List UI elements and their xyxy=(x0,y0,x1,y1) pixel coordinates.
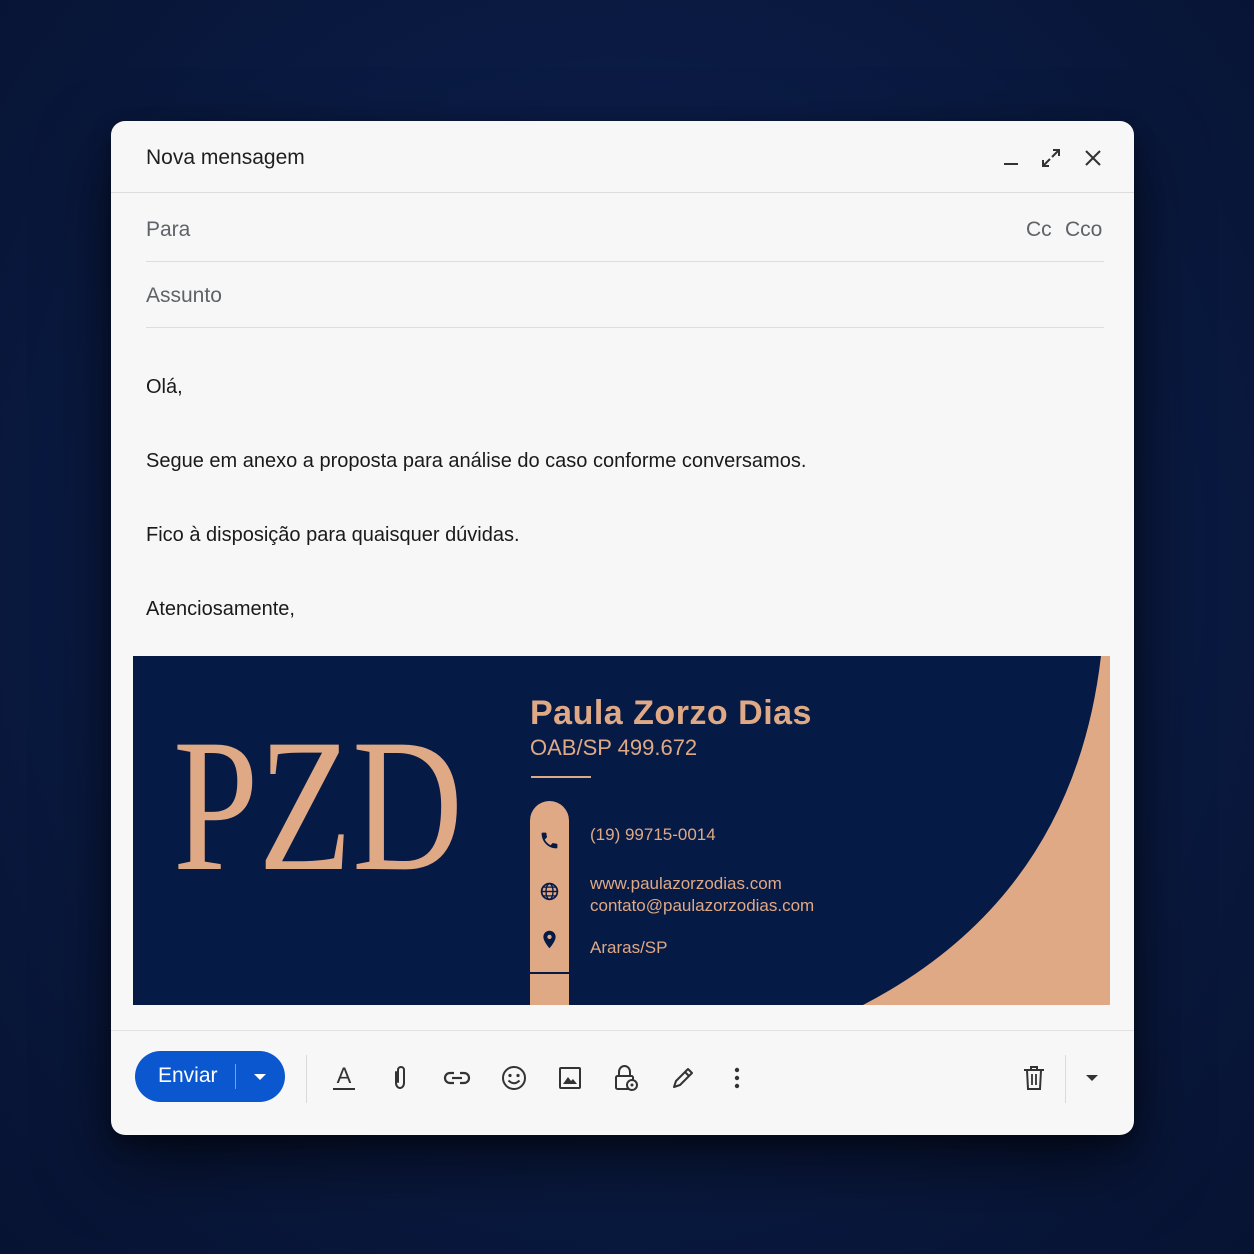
email-signature: PZD Paula Zorzo Dias OAB/SP 499.672 (19)… xyxy=(133,656,1110,1005)
more-send-options-button[interactable] xyxy=(1077,1063,1107,1093)
cc-link[interactable]: Cc xyxy=(1026,218,1052,242)
insert-link-button[interactable] xyxy=(442,1063,472,1093)
send-label: Enviar xyxy=(158,1064,218,1087)
emoji-icon xyxy=(502,1066,526,1090)
trash-icon xyxy=(1024,1066,1044,1090)
close-button[interactable] xyxy=(1078,143,1108,173)
compose-window: Nova mensagem Para Cc Cco Assunto Olá, S… xyxy=(111,121,1134,1135)
to-field-row: Para Cc Cco xyxy=(146,196,1104,262)
close-icon xyxy=(1085,150,1101,166)
attach-icon xyxy=(395,1065,405,1090)
link-icon xyxy=(443,1071,471,1085)
minimize-icon xyxy=(1004,163,1018,165)
toolbar-divider-right xyxy=(1065,1055,1066,1103)
expand-icon xyxy=(1042,149,1060,167)
toolbar-separator xyxy=(111,1030,1134,1031)
svg-text:PZD: PZD xyxy=(173,714,463,884)
subject-field-row: Assunto xyxy=(146,262,1104,328)
formatting-button[interactable]: A xyxy=(329,1063,359,1093)
signature-divider xyxy=(531,776,591,778)
bcc-link[interactable]: Cco xyxy=(1065,218,1102,242)
phone-icon xyxy=(541,832,558,849)
signature-website[interactable]: www.paulazorzodias.com xyxy=(590,874,782,894)
send-divider xyxy=(235,1064,236,1089)
minimize-button[interactable] xyxy=(996,143,1026,173)
compose-titlebar: Nova mensagem xyxy=(111,121,1134,193)
toolbar-divider xyxy=(306,1055,307,1103)
image-icon xyxy=(559,1067,581,1089)
to-input[interactable] xyxy=(226,209,984,249)
signature-location: Araras/SP xyxy=(590,938,668,957)
attach-button[interactable] xyxy=(385,1063,415,1093)
confidential-mode-button[interactable] xyxy=(611,1063,641,1093)
compose-title: Nova mensagem xyxy=(146,146,305,169)
more-caret-icon xyxy=(1086,1075,1098,1081)
confidential-lock-icon xyxy=(615,1064,638,1091)
pzd-monogram-logo: PZD xyxy=(173,714,463,884)
svg-text:A: A xyxy=(337,1064,352,1088)
body-closing: Atenciosamente, xyxy=(146,598,295,620)
more-options-button[interactable] xyxy=(722,1063,752,1093)
signature-email[interactable]: contato@paulazorzodias.com xyxy=(590,896,814,916)
signature-phone: (19) 99715-0014 xyxy=(590,825,716,844)
location-pin-icon xyxy=(543,930,556,949)
icon-bar-divider xyxy=(530,972,569,974)
signature-name: Paula Zorzo Dias xyxy=(530,694,812,732)
discard-draft-button[interactable] xyxy=(1019,1063,1049,1093)
globe-icon xyxy=(540,882,559,901)
signature-icon-bar xyxy=(530,801,569,1005)
subject-label: Assunto xyxy=(146,284,222,307)
fullscreen-button[interactable] xyxy=(1036,143,1066,173)
text-format-icon: A xyxy=(333,1064,355,1090)
insert-photo-button[interactable] xyxy=(555,1063,585,1093)
subject-input[interactable] xyxy=(256,275,1104,315)
signature-oab: OAB/SP 499.672 xyxy=(530,735,698,760)
insert-signature-button[interactable] xyxy=(668,1063,698,1093)
to-label: Para xyxy=(146,218,191,241)
chevron-down-icon xyxy=(254,1074,266,1080)
send-button[interactable]: Enviar xyxy=(135,1051,285,1102)
signature-pen-icon xyxy=(673,1068,693,1088)
body-line-1: Segue em anexo a proposta para análise d… xyxy=(146,450,807,472)
more-options-icon xyxy=(734,1067,740,1089)
emoji-button[interactable] xyxy=(499,1063,529,1093)
body-greeting: Olá, xyxy=(146,376,183,398)
body-line-2: Fico à disposição para quaisquer dúvidas… xyxy=(146,524,520,546)
send-options-button[interactable] xyxy=(249,1066,271,1088)
